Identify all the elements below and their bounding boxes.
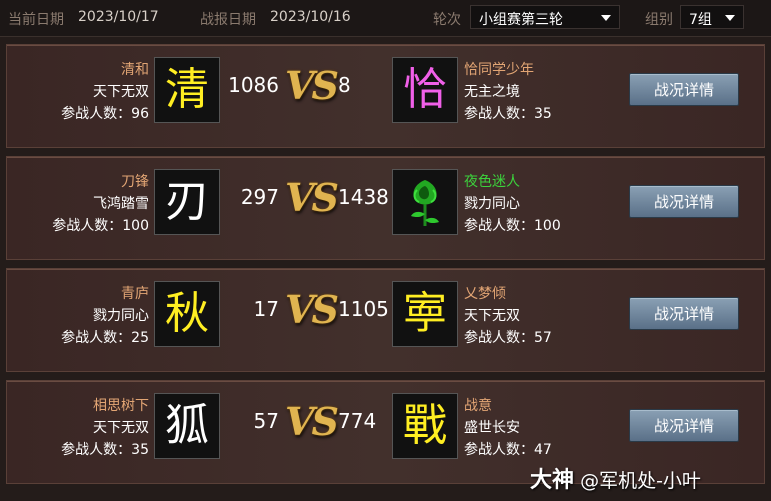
left-guild-name: 相思树下	[93, 398, 149, 414]
right-participant-count: 参战人数：57	[464, 330, 552, 346]
left-server-name: 天下无双	[93, 84, 149, 100]
left-server-name: 天下无双	[93, 420, 149, 436]
group-select[interactable]: 7组	[680, 5, 744, 29]
match-row: 刀锋 飞鸿踏雪 参战人数：100 刃 297 VS 1438 夜色迷人 戮力同心…	[6, 156, 765, 260]
current-date-value: 2023/10/17	[78, 9, 159, 25]
left-guild-name: 青庐	[121, 286, 149, 302]
battle-details-button[interactable]: 战况详情	[629, 185, 739, 218]
left-score: 1086	[228, 73, 279, 97]
right-guild-emblem: 戰	[392, 393, 458, 459]
left-participant-count: 参战人数：96	[61, 106, 149, 122]
right-guild-name: 恰同学少年	[464, 62, 534, 78]
left-participant-count: 参战人数：25	[61, 330, 149, 346]
left-guild-emblem: 狐	[154, 393, 220, 459]
top-filter-bar: 当前日期 2023/10/17 战报日期 2023/10/16 轮次 小组赛第三…	[0, 0, 771, 37]
right-guild-name: 乂梦倾	[464, 286, 506, 302]
left-score: 57	[253, 409, 279, 433]
right-server-name: 戮力同心	[464, 196, 520, 212]
chevron-down-icon	[725, 15, 735, 21]
vs-emblem: VS	[285, 287, 339, 332]
left-participant-count: 参战人数：100	[52, 218, 149, 234]
vs-emblem: VS	[285, 63, 339, 108]
green-rose-icon	[411, 180, 439, 226]
round-label: 轮次	[433, 12, 461, 28]
vs-emblem: VS	[285, 175, 339, 220]
left-server-name: 飞鸿踏雪	[93, 196, 149, 212]
right-guild-emblem: 恰	[392, 57, 458, 123]
report-date-label: 战报日期	[200, 12, 256, 28]
right-server-name: 天下无双	[464, 308, 520, 324]
battle-details-button[interactable]: 战况详情	[629, 409, 739, 442]
right-participant-count: 参战人数：35	[464, 106, 552, 122]
match-row: 青庐 戮力同心 参战人数：25 秋 17 VS 1105 寕 乂梦倾 天下无双 …	[6, 268, 765, 372]
watermark: 大神 @军机处-小叶	[530, 462, 701, 494]
round-select-value: 小组赛第三轮	[479, 12, 563, 28]
battle-details-button[interactable]: 战况详情	[629, 73, 739, 106]
left-guild-name: 清和	[121, 62, 149, 78]
round-select[interactable]: 小组赛第三轮	[470, 5, 620, 29]
watermark-brand: 大神	[530, 468, 575, 493]
right-score: 1105	[338, 297, 389, 321]
watermark-handle: @军机处-小叶	[580, 470, 701, 492]
right-guild-emblem	[392, 169, 458, 235]
current-date-label: 当前日期	[8, 12, 64, 28]
group-select-value: 7组	[689, 12, 712, 28]
left-guild-emblem: 秋	[154, 281, 220, 347]
right-guild-emblem: 寕	[392, 281, 458, 347]
vs-emblem: VS	[285, 399, 339, 444]
chevron-down-icon	[601, 15, 611, 21]
left-score: 297	[240, 185, 279, 209]
battle-details-button[interactable]: 战况详情	[629, 297, 739, 330]
left-score: 17	[253, 297, 279, 321]
left-server-name: 戮力同心	[93, 308, 149, 324]
right-participant-count: 参战人数：100	[464, 218, 561, 234]
group-label: 组别	[645, 12, 673, 28]
report-date-value: 2023/10/16	[270, 9, 351, 25]
right-server-name: 盛世长安	[464, 420, 520, 436]
left-guild-emblem: 清	[154, 57, 220, 123]
left-participant-count: 参战人数：35	[61, 442, 149, 458]
right-guild-name: 夜色迷人	[464, 174, 520, 190]
right-score: 1438	[338, 185, 389, 209]
right-server-name: 无主之境	[464, 84, 520, 100]
right-score: 774	[338, 409, 377, 433]
match-row: 清和 天下无双 参战人数：96 清 1086 VS 8 恰 恰同学少年 无主之境…	[6, 44, 765, 148]
right-participant-count: 参战人数：47	[464, 442, 552, 458]
right-guild-name: 战意	[464, 398, 492, 414]
left-guild-emblem: 刃	[154, 169, 220, 235]
right-score: 8	[338, 73, 351, 97]
left-guild-name: 刀锋	[121, 174, 149, 190]
